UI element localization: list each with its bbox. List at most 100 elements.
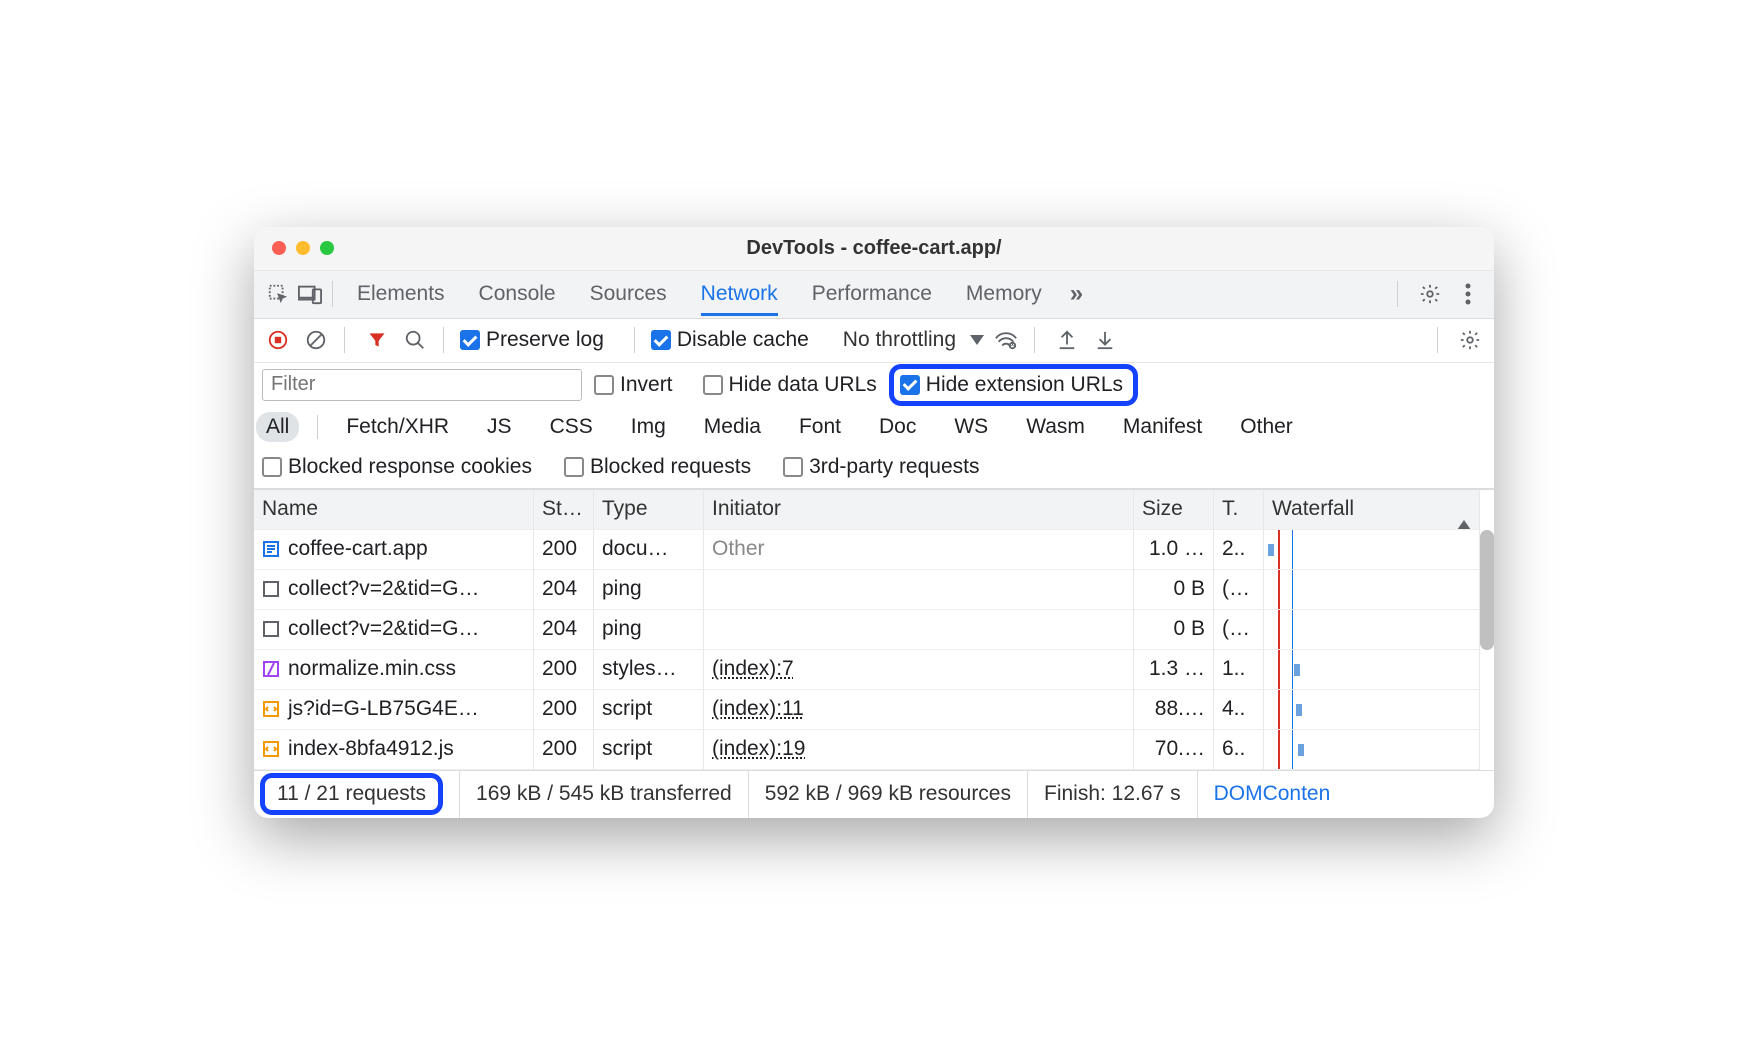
maximize-icon[interactable] xyxy=(320,241,334,255)
disable-cache-label: Disable cache xyxy=(677,328,809,352)
minimize-icon[interactable] xyxy=(296,241,310,255)
cell-name[interactable]: collect?v=2&tid=G… xyxy=(254,610,534,650)
file-js-icon xyxy=(262,700,280,718)
device-toolbar-icon[interactable] xyxy=(294,278,326,310)
cell-size: 1.0 … xyxy=(1134,530,1214,570)
col-waterfall-label: Waterfall xyxy=(1272,497,1354,521)
col-status[interactable]: St… xyxy=(534,490,594,530)
request-name: collect?v=2&tid=G… xyxy=(288,617,479,641)
export-har-icon[interactable] xyxy=(1051,324,1083,356)
tab-memory[interactable]: Memory xyxy=(966,272,1042,316)
file-doc-icon xyxy=(262,540,280,558)
invert-checkbox[interactable] xyxy=(594,375,614,395)
cell-type: ping xyxy=(594,610,704,650)
type-all[interactable]: All xyxy=(256,412,299,442)
cell-time: (… xyxy=(1214,610,1264,650)
hide-data-urls-checkbox[interactable] xyxy=(703,375,723,395)
type-doc[interactable]: Doc xyxy=(869,412,926,442)
filter-icon[interactable] xyxy=(361,324,393,356)
cell-name[interactable]: index-8bfa4912.js xyxy=(254,730,534,770)
divider xyxy=(1397,281,1398,307)
cell-waterfall xyxy=(1264,730,1480,770)
cell-name[interactable]: coffee-cart.app xyxy=(254,530,534,570)
cell-type: docu… xyxy=(594,530,704,570)
type-ws[interactable]: WS xyxy=(944,412,998,442)
blocked-requests-checkbox[interactable] xyxy=(564,457,584,477)
initiator-link[interactable]: (index):19 xyxy=(712,737,805,761)
type-fetch-xhr[interactable]: Fetch/XHR xyxy=(336,412,459,442)
status-domcontent[interactable]: DOMConten xyxy=(1197,771,1347,818)
network-settings-icon[interactable] xyxy=(1454,324,1486,356)
hide-extension-urls-checkbox[interactable] xyxy=(900,375,920,395)
throttling-select[interactable]: No throttling xyxy=(843,328,984,352)
cell-name[interactable]: collect?v=2&tid=G… xyxy=(254,570,534,610)
tab-sources[interactable]: Sources xyxy=(590,272,667,316)
tab-network[interactable]: Network xyxy=(701,272,778,316)
status-transferred: 169 kB / 545 kB transferred xyxy=(459,771,748,818)
waterfall-redline xyxy=(1278,530,1280,569)
filter-bar: Invert Hide data URLs Hide extension URL… xyxy=(254,363,1494,407)
import-har-icon[interactable] xyxy=(1089,324,1121,356)
cell-time: 1.. xyxy=(1214,650,1264,690)
cell-status: 200 xyxy=(534,730,594,770)
type-js[interactable]: JS xyxy=(477,412,522,442)
network-conditions-icon[interactable] xyxy=(990,324,1022,356)
tab-console[interactable]: Console xyxy=(479,272,556,316)
cell-status: 200 xyxy=(534,530,594,570)
disable-cache-checkbox[interactable] xyxy=(651,330,671,350)
col-time[interactable]: T. xyxy=(1214,490,1264,530)
col-type[interactable]: Type xyxy=(594,490,704,530)
kebab-menu-icon[interactable] xyxy=(1452,278,1484,310)
chevron-down-icon xyxy=(970,335,984,345)
cell-initiator: Other xyxy=(704,530,1134,570)
divider xyxy=(332,281,333,307)
cell-initiator xyxy=(704,610,1134,650)
filter-input[interactable] xyxy=(262,369,582,401)
network-toolbar: Preserve log Disable cache No throttling xyxy=(254,319,1494,363)
type-manifest[interactable]: Manifest xyxy=(1113,412,1212,442)
scrollbar-thumb[interactable] xyxy=(1480,530,1494,650)
col-name[interactable]: Name xyxy=(254,490,534,530)
initiator-link[interactable]: (index):11 xyxy=(712,697,804,721)
cell-waterfall xyxy=(1264,690,1480,730)
divider xyxy=(443,327,444,353)
hide-data-urls-label: Hide data URLs xyxy=(729,373,877,397)
close-icon[interactable] xyxy=(272,241,286,255)
initiator-link[interactable]: (index):7 xyxy=(712,657,794,681)
vertical-scrollbar[interactable] xyxy=(1480,490,1494,770)
file-square-icon xyxy=(262,620,280,638)
status-requests: 11 / 21 requests xyxy=(260,773,443,815)
cell-initiator: (index):11 xyxy=(704,690,1134,730)
type-css[interactable]: CSS xyxy=(540,412,603,442)
cell-waterfall xyxy=(1264,570,1480,610)
request-name: collect?v=2&tid=G… xyxy=(288,577,479,601)
highlight-hide-extension-urls: Hide extension URLs xyxy=(889,364,1138,406)
cell-type: styles… xyxy=(594,650,704,690)
type-font[interactable]: Font xyxy=(789,412,851,442)
cell-name[interactable]: normalize.min.css xyxy=(254,650,534,690)
cell-name[interactable]: js?id=G-LB75G4E… xyxy=(254,690,534,730)
type-other[interactable]: Other xyxy=(1230,412,1303,442)
cell-waterfall xyxy=(1264,610,1480,650)
col-size[interactable]: Size xyxy=(1134,490,1214,530)
tab-performance[interactable]: Performance xyxy=(812,272,932,316)
col-initiator[interactable]: Initiator xyxy=(704,490,1134,530)
waterfall-blueline xyxy=(1292,690,1293,729)
requests-table: Name St… Type Initiator Size T. Waterfal… xyxy=(254,489,1494,770)
waterfall-redline xyxy=(1278,690,1280,729)
cell-waterfall xyxy=(1264,650,1480,690)
type-media[interactable]: Media xyxy=(694,412,771,442)
blocked-cookies-checkbox[interactable] xyxy=(262,457,282,477)
clear-icon[interactable] xyxy=(300,324,332,356)
record-button[interactable] xyxy=(262,324,294,356)
type-wasm[interactable]: Wasm xyxy=(1016,412,1095,442)
preserve-log-checkbox[interactable] xyxy=(460,330,480,350)
third-party-checkbox[interactable] xyxy=(783,457,803,477)
search-icon[interactable] xyxy=(399,324,431,356)
type-img[interactable]: Img xyxy=(621,412,676,442)
more-tabs-icon[interactable]: » xyxy=(1070,280,1083,308)
gear-icon[interactable] xyxy=(1414,278,1446,310)
inspect-element-icon[interactable] xyxy=(262,278,294,310)
col-waterfall[interactable]: Waterfall xyxy=(1264,490,1480,530)
tab-elements[interactable]: Elements xyxy=(357,272,445,316)
